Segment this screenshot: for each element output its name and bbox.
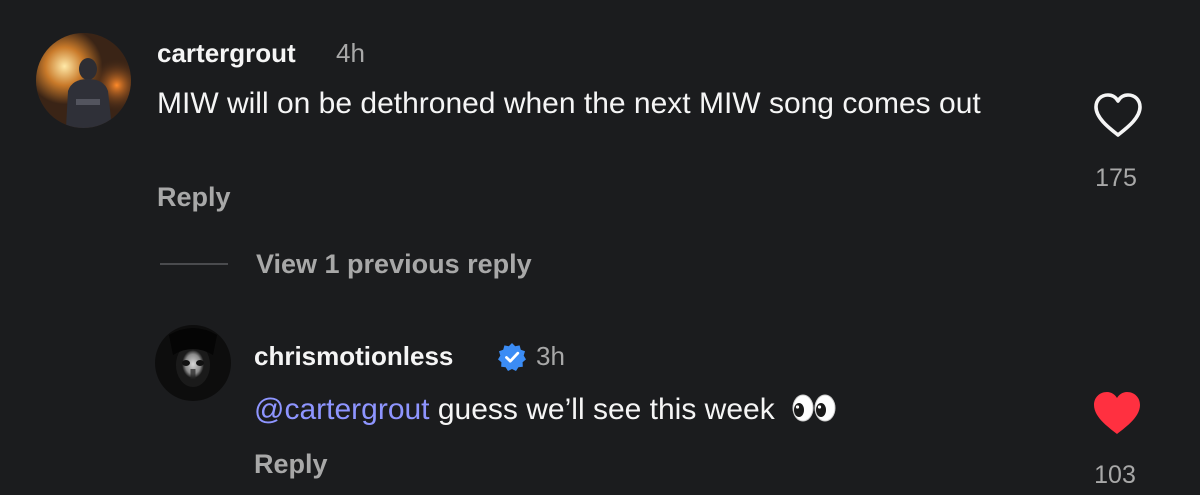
like-count: 103 bbox=[1094, 461, 1136, 489]
like-count: 175 bbox=[1095, 164, 1137, 192]
username[interactable]: chrismotionless bbox=[254, 341, 453, 372]
username[interactable]: cartergrout bbox=[157, 38, 296, 69]
verified-badge-icon bbox=[498, 343, 526, 371]
user-photo-icon bbox=[36, 33, 131, 128]
view-replies-label: View 1 previous reply bbox=[256, 248, 532, 279]
avatar[interactable] bbox=[155, 325, 231, 401]
avatar[interactable] bbox=[36, 33, 131, 128]
heart-outline-icon[interactable] bbox=[1092, 92, 1144, 138]
timestamp: 3h bbox=[536, 341, 565, 371]
mention-link[interactable]: @cartergrout bbox=[254, 393, 430, 426]
user-photo-icon bbox=[155, 325, 231, 401]
reply-message: guess we’ll see this week bbox=[437, 393, 775, 426]
reply-button[interactable]: Reply bbox=[157, 182, 231, 213]
heart-filled-icon[interactable] bbox=[1091, 390, 1143, 436]
timestamp: 4h bbox=[336, 38, 365, 68]
reply-button[interactable]: Reply bbox=[254, 449, 328, 480]
reply-text: @cartergrout guess we’ll see this week bbox=[254, 390, 837, 430]
eyes-emoji-icon bbox=[792, 394, 836, 422]
view-previous-replies-button[interactable]: View 1 previous reply bbox=[160, 244, 532, 284]
comment-text: MIW will on be dethroned when the next M… bbox=[157, 87, 981, 120]
replies-divider bbox=[160, 263, 228, 265]
